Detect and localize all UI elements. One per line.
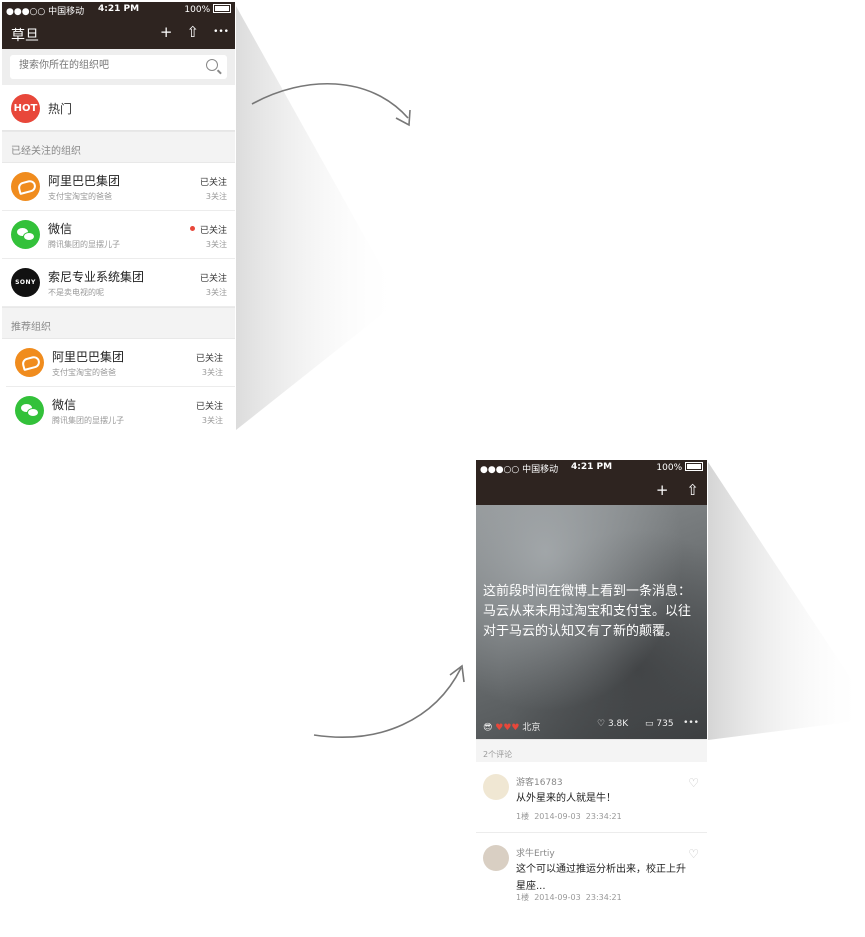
comments-header: 2个评论 <box>476 739 707 762</box>
like-button[interactable]: ♡ 3.8K <box>597 719 628 729</box>
org-row-alibaba[interactable]: 阿里巴巴集团 支付宝淘宝的爸爸 已关注 3关注 <box>2 163 235 211</box>
org-desc: 不是卖电视的呢 <box>48 288 104 297</box>
recommended-section-header: 推荐组织 <box>2 307 235 339</box>
comment-item: 游客16783 从外星来的人就是牛！ 1楼 2014-09-03 23:34:2… <box>476 762 707 833</box>
org-desc: 腾讯集团的显摆儿子 <box>48 240 120 249</box>
status-bar: ●●●○○ 中国移动 4:21 PM 100% <box>476 460 707 476</box>
search-bar <box>2 49 235 85</box>
post-text: 这前段时间在微博上看到一条消息：马云从来未用过淘宝和支付宝。以往对于马云的认知又… <box>483 584 692 639</box>
more-icon[interactable]: ••• <box>683 718 699 728</box>
follow-count: 3关注 <box>205 192 227 201</box>
post-detail-screen: ●●●○○ 中国移动 4:21 PM 100% + ⇧ 这前段时间在微博上看到一… <box>476 460 707 930</box>
share-icon[interactable]: ⇧ <box>186 23 199 41</box>
status-bar: ●●●○○ 中国移动 4:21 PM 100% <box>2 2 235 18</box>
alibaba-logo-icon <box>15 348 44 377</box>
comment-meta: 1楼 2014-09-03 23:34:21 <box>516 893 622 902</box>
unread-dot-icon <box>190 226 195 231</box>
follow-status[interactable]: 已关注 <box>200 175 227 188</box>
nav-bar: + ⇧ <box>476 476 707 505</box>
org-row-sony[interactable]: SONY 索尼专业系统集团 不是卖电视的呢 已关注 3关注 <box>2 259 235 307</box>
comment-meta: 1楼 2014-09-03 23:34:21 <box>516 812 622 821</box>
search-input[interactable] <box>17 59 191 72</box>
hot-label: 热门 <box>48 102 73 116</box>
follow-status[interactable]: 已关注 <box>196 351 223 364</box>
post-image: 这前段时间在微博上看到一条消息：马云从来未用过淘宝和支付宝。以往对于马云的认知又… <box>476 505 707 739</box>
battery-indicator: 100% <box>656 462 703 473</box>
comment-text: 从外星来的人就是牛！ <box>516 793 616 804</box>
org-desc: 支付宝淘宝的爸爸 <box>48 192 112 201</box>
heart-icon[interactable]: ♡ <box>688 776 699 790</box>
org-name: 阿里巴巴集团 <box>52 350 125 364</box>
heart-icon[interactable]: ♡ <box>688 847 699 861</box>
battery-indicator: 100% <box>184 4 231 15</box>
more-icon[interactable]: ••• <box>213 27 229 41</box>
comment-button[interactable]: ▭ 735 <box>645 719 674 729</box>
follow-count: 3关注 <box>205 288 227 297</box>
hearts-icon: ♥♥♥ <box>495 723 520 733</box>
org-list-screen: ●●●○○ 中国移动 4:21 PM 100% 草旦 + ⇧ ••• HOT 热… <box>2 2 235 432</box>
rec-row-wechat[interactable]: 微信 腾讯集团的显摆儿子 已关注 3关注 <box>6 387 235 432</box>
post-meta: 😎 ♥♥♥ 北京 ♡ 3.8K ▭ 735 ••• <box>483 718 701 733</box>
add-icon[interactable]: + <box>656 481 669 499</box>
hot-badge-icon: HOT <box>11 94 40 123</box>
arrow-top <box>251 82 409 119</box>
avatar[interactable] <box>483 774 509 800</box>
follow-count: 3关注 <box>201 416 223 425</box>
org-desc: 腾讯集团的显摆儿子 <box>52 416 124 425</box>
comment-user[interactable]: 求牛Ertiy <box>516 846 555 859</box>
arrow-bottom <box>313 667 462 738</box>
sony-logo-icon: SONY <box>11 268 40 297</box>
org-name: 索尼专业系统集团 <box>48 270 145 284</box>
avatar-icon: 😎 <box>483 723 493 733</box>
avatar[interactable] <box>483 845 509 871</box>
follow-status[interactable]: 已关注 <box>200 223 227 236</box>
follow-status[interactable]: 已关注 <box>200 271 227 284</box>
comment-text: 这个可以通过推运分析出来，校正上升星座... <box>516 864 686 892</box>
wechat-logo-icon <box>11 220 40 249</box>
alibaba-logo-icon <box>11 172 40 201</box>
follow-count: 3关注 <box>205 240 227 249</box>
comment-item: 求牛Ertiy 这个可以通过推运分析出来，校正上升星座... 1楼 2014-0… <box>476 833 707 913</box>
hot-row[interactable]: HOT 热门 <box>2 85 235 131</box>
battery-icon <box>685 462 703 471</box>
org-name: 微信 <box>52 398 77 412</box>
add-icon[interactable]: + <box>160 23 173 41</box>
battery-icon <box>213 4 231 13</box>
org-row-wechat[interactable]: 微信 腾讯集团的显摆儿子 已关注 3关注 <box>2 211 235 259</box>
org-name: 微信 <box>48 222 73 236</box>
wechat-logo-icon <box>15 396 44 425</box>
follow-status[interactable]: 已关注 <box>196 399 223 412</box>
comment-user[interactable]: 游客16783 <box>516 775 563 788</box>
page-title: 草旦 <box>11 28 39 44</box>
org-name: 阿里巴巴集团 <box>48 174 121 188</box>
rec-row-alibaba[interactable]: 阿里巴巴集团 支付宝淘宝的爸爸 已关注 3关注 <box>6 339 235 387</box>
follow-count: 3关注 <box>201 368 223 377</box>
followed-section-header: 已经关注的组织 <box>2 131 235 163</box>
share-icon[interactable]: ⇧ <box>686 481 699 499</box>
org-desc: 支付宝淘宝的爸爸 <box>52 368 116 377</box>
nav-bar: 草旦 + ⇧ ••• <box>2 18 235 49</box>
location-label: 😎 ♥♥♥ 北京 <box>483 723 541 733</box>
search-icon[interactable] <box>206 59 218 71</box>
